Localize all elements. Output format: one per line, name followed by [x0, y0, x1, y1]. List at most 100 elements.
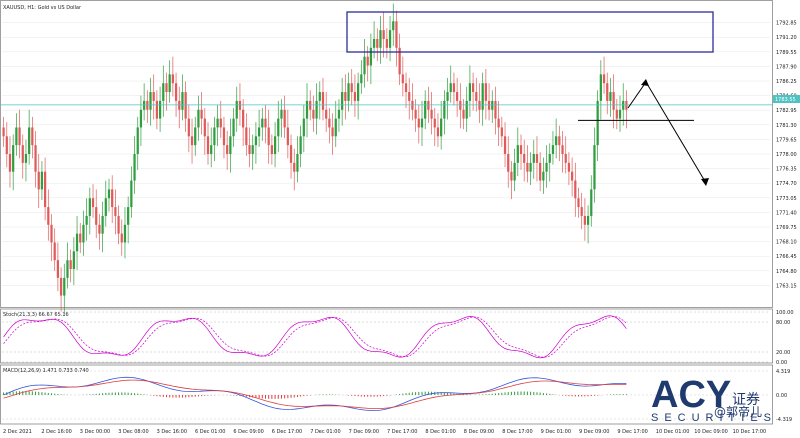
candle-body	[277, 118, 280, 137]
candle-body	[337, 109, 341, 119]
candle-body	[206, 136, 210, 154]
candle-body	[564, 154, 567, 163]
candle-body	[187, 118, 190, 137]
candle-body	[197, 109, 200, 128]
candle-body	[120, 233, 123, 243]
candle-body	[114, 207, 117, 216]
candle-body	[433, 118, 436, 128]
y-tick-label: 1774.70	[776, 181, 797, 187]
candle-body	[312, 109, 315, 119]
stoch-level-label: 20.00	[776, 350, 790, 356]
candle-body	[222, 127, 226, 146]
candle-body	[503, 136, 507, 154]
x-tick-label: 8 Dec 17:00	[502, 429, 532, 435]
candle-body	[248, 145, 251, 154]
candle-body	[558, 136, 561, 146]
candle-body	[296, 154, 299, 172]
candle-body	[334, 118, 337, 137]
stoch-level-label: 80.00	[776, 320, 790, 326]
candle-body	[200, 109, 203, 119]
candle-body	[104, 198, 107, 216]
x-tick-label: 7 Dec 09:00	[349, 429, 379, 435]
x-tick-label: 6 Dec 01:00	[195, 429, 225, 435]
candle-body	[487, 100, 491, 110]
candle-body	[468, 83, 472, 101]
y-tick-label: 1776.35	[776, 167, 797, 173]
candle-body	[165, 83, 168, 93]
macd-level-label: 4.319	[776, 369, 790, 375]
candle-body	[251, 145, 254, 154]
candle-body	[590, 189, 593, 216]
candle-body	[567, 162, 571, 172]
candle-body	[606, 83, 609, 101]
candle-body	[299, 136, 302, 154]
candle-body	[510, 171, 513, 181]
candle-body	[203, 118, 206, 137]
candle-body	[226, 145, 229, 154]
candle-body	[37, 171, 40, 190]
x-tick-label: 7 Dec 17:00	[387, 429, 417, 435]
candle-body	[194, 127, 197, 146]
candle-body	[545, 162, 548, 172]
candle-body	[369, 47, 373, 66]
candle-body	[430, 109, 433, 119]
candle-body	[363, 56, 366, 75]
candle-body	[478, 100, 481, 110]
candle-body	[133, 154, 136, 181]
candle-body	[341, 92, 344, 110]
candle-body	[229, 136, 232, 154]
candle-body	[427, 100, 430, 110]
candle-body	[555, 136, 558, 146]
candle-body	[267, 127, 270, 146]
candle-body	[12, 145, 15, 172]
candle-body	[532, 154, 535, 163]
candle-body	[31, 127, 34, 146]
candle-body	[302, 118, 305, 137]
candle-body	[171, 74, 174, 84]
candle-body	[158, 100, 162, 119]
candle-body	[85, 215, 88, 225]
candle-body	[609, 92, 612, 101]
x-tick-label: 10 Dec 01:00	[656, 429, 690, 435]
candle-body	[139, 109, 143, 128]
candle-body	[516, 145, 519, 163]
y-tick-label: 1782.95	[776, 108, 797, 114]
candle-body	[353, 92, 357, 101]
x-tick-label: 6 Dec 17:00	[272, 429, 302, 435]
y-tick-label: 1769.75	[776, 225, 797, 231]
candle-body	[257, 127, 261, 137]
candle-body	[181, 92, 184, 110]
candle-body	[270, 145, 274, 154]
y-tick-label: 1768.10	[776, 240, 797, 246]
candle-body	[500, 127, 503, 137]
candle-body	[315, 100, 318, 119]
candle-body	[452, 83, 456, 93]
chart-title: XAUUSD, H1: Gold vs US Dollar	[3, 5, 82, 11]
candle-body	[465, 100, 468, 119]
x-tick-label: 7 Dec 01:00	[310, 429, 340, 435]
candle-body	[615, 109, 618, 119]
candle-body	[101, 215, 104, 234]
candle-body	[264, 118, 267, 128]
stoch-level-label: 0.00	[776, 360, 787, 366]
chart: XAUUSD, H1: Gold vs US Dollar 1792.85 179…	[0, 0, 800, 438]
candle-body	[325, 109, 328, 119]
candle-body	[580, 207, 583, 216]
candle-body	[360, 74, 363, 84]
y-tick-label: 1763.15	[776, 283, 797, 289]
candle-body	[484, 83, 487, 101]
candle-body	[111, 189, 114, 208]
y-tick-label: 1766.45	[776, 254, 797, 260]
candle-body	[289, 145, 293, 163]
candle-body	[602, 74, 606, 84]
candle-body	[494, 100, 497, 119]
y-tick-label: 1792.85	[776, 21, 797, 27]
y-tick-label: 1778.00	[776, 152, 797, 158]
candle-body	[440, 118, 443, 137]
candle-body	[28, 127, 31, 154]
candle-body	[286, 127, 289, 146]
x-tick-label: 3 Dec 08:00	[118, 429, 148, 435]
candle-body	[50, 224, 53, 243]
y-tick-label: 1789.55	[776, 50, 797, 56]
candle-body	[98, 224, 101, 234]
